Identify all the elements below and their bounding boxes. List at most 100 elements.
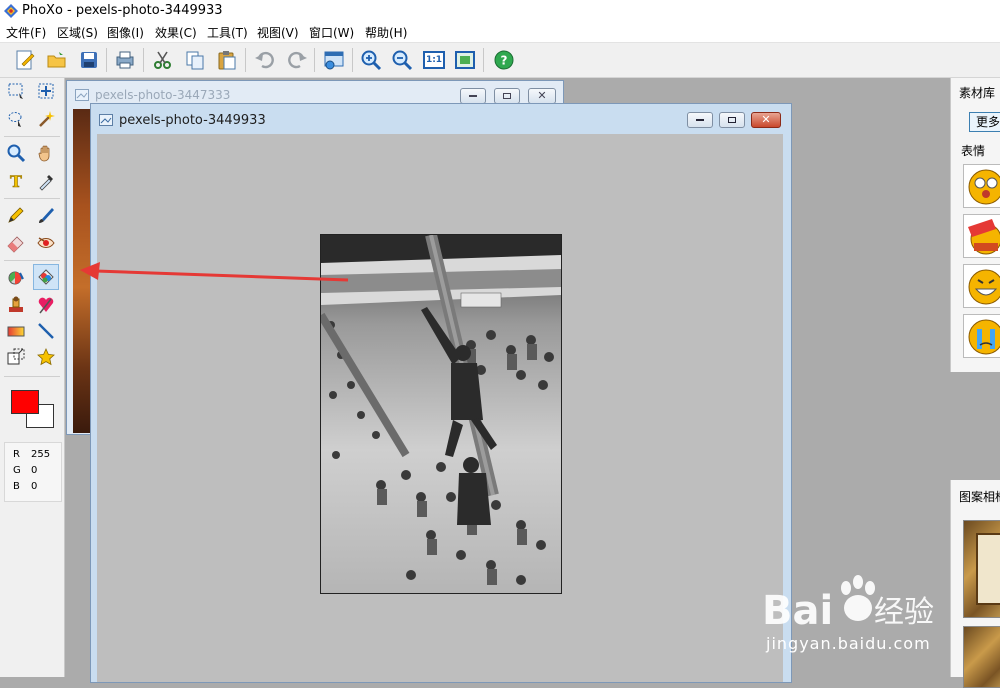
tool-separator: [4, 376, 60, 377]
tool-separator: [4, 260, 60, 261]
rgb-channel-value: 0: [31, 481, 38, 492]
emoji-face-icon: [968, 169, 1000, 205]
menu-view[interactable]: 视图(V): [257, 24, 299, 41]
copy-button[interactable]: [182, 47, 208, 73]
toolbar-separator: [245, 48, 246, 72]
print-button[interactable]: [112, 47, 138, 73]
text-tool[interactable]: T: [3, 168, 29, 194]
svg-text:T: T: [10, 172, 22, 191]
move-tool[interactable]: [33, 78, 59, 104]
frame-inner: [976, 533, 1000, 605]
panel-title: 素材库: [959, 86, 996, 100]
zoom-tool[interactable]: [3, 140, 29, 166]
minimize-button[interactable]: [687, 112, 713, 128]
emoji-face-icon: [968, 269, 1000, 305]
frame-thumbnail[interactable]: [963, 626, 1000, 688]
main-toolbar: 1:1 ?: [0, 43, 1000, 78]
paint-bucket-icon: [8, 271, 24, 285]
clone-tool[interactable]: [33, 292, 59, 318]
close-button[interactable]: ✕: [751, 112, 781, 128]
minimize-button[interactable]: [460, 88, 486, 104]
window-title: PhoXo - pexels-photo-3449933: [22, 3, 223, 18]
brush-tool[interactable]: [33, 202, 59, 228]
zoom-out-button[interactable]: [389, 47, 415, 73]
toolbar-separator: [483, 48, 484, 72]
help-button[interactable]: ?: [491, 47, 517, 73]
menu-file[interactable]: 文件(F): [6, 24, 46, 41]
new-document-button[interactable]: [12, 47, 38, 73]
actual-size-icon: 1:1: [423, 51, 445, 69]
new-document-icon: [16, 50, 35, 70]
paste-icon: [218, 51, 236, 70]
emoji-thumbnail[interactable]: [963, 314, 1000, 358]
document-title: pexels-photo-3449933: [119, 113, 266, 128]
baidu-paw-logo: Bai 经验: [762, 575, 934, 634]
fill-tool[interactable]: [3, 264, 29, 290]
maximize-icon: [503, 93, 511, 99]
menu-help[interactable]: 帮助(H): [365, 24, 407, 41]
lasso-icon: [8, 112, 22, 127]
hand-tool[interactable]: [33, 140, 59, 166]
move-icon: [38, 83, 54, 99]
open-folder-icon: [47, 52, 66, 68]
zoom-in-button[interactable]: [358, 47, 384, 73]
fit-screen-button[interactable]: [452, 47, 478, 73]
open-button[interactable]: [44, 47, 70, 73]
lasso-tool[interactable]: [3, 106, 29, 132]
emoji-thumbnail[interactable]: [963, 164, 1000, 208]
close-icon: ✕: [761, 113, 771, 126]
undo-icon: [255, 51, 274, 69]
color-replace-tool[interactable]: [33, 264, 59, 290]
toolbar-separator: [314, 48, 315, 72]
rect-select-icon: [8, 83, 23, 99]
stamp-tool[interactable]: [3, 292, 29, 318]
close-button[interactable]: ✕: [528, 88, 556, 104]
menu-region[interactable]: 区域(S): [57, 24, 98, 41]
transform-tool[interactable]: [3, 344, 29, 370]
paste-button[interactable]: [214, 47, 240, 73]
eyedropper-icon: [39, 175, 53, 191]
tool-palette: T R 255 G 0 B 0: [0, 78, 65, 677]
more-button[interactable]: 更多: [969, 112, 1000, 132]
watermark-brand-cn: 经验: [874, 595, 934, 630]
redo-button[interactable]: [284, 47, 310, 73]
tool-separator: [4, 198, 60, 199]
frame-thumbnail[interactable]: [963, 520, 1000, 618]
pencil-tool[interactable]: [3, 202, 29, 228]
hand-icon: [38, 145, 50, 162]
gradient-tool[interactable]: [3, 318, 29, 344]
eraser-tool[interactable]: [3, 230, 29, 256]
menu-window[interactable]: 窗口(W): [309, 24, 354, 41]
rgb-channel-label: R: [13, 449, 20, 460]
emoji-thumbnail[interactable]: [963, 214, 1000, 258]
actual-size-button[interactable]: 1:1: [421, 47, 447, 73]
maximize-button[interactable]: [494, 88, 520, 104]
rgb-channel-label: B: [13, 481, 20, 492]
line-tool[interactable]: [33, 318, 59, 344]
menu-image[interactable]: 图像(I): [107, 24, 144, 41]
panel-title: 图案相框: [959, 490, 1000, 504]
menu-tools[interactable]: 工具(T): [207, 24, 248, 41]
pencil-icon: [8, 207, 24, 223]
red-eye-icon: [37, 237, 55, 248]
window-settings-button[interactable]: [321, 47, 347, 73]
magic-wand-tool[interactable]: [33, 106, 59, 132]
rect-select-tool[interactable]: [3, 78, 29, 104]
color-swatches[interactable]: [4, 384, 60, 436]
brush-icon: [39, 208, 54, 223]
foreground-color-swatch[interactable]: [11, 390, 39, 414]
red-eye-tool[interactable]: [33, 230, 59, 256]
shape-tool[interactable]: [33, 344, 59, 370]
emoji-thumbnail[interactable]: [963, 264, 1000, 308]
document-image-icon: [75, 89, 89, 101]
watermark-url: jingyan.baidu.com: [766, 634, 931, 653]
photo-image[interactable]: [320, 234, 562, 594]
cut-button[interactable]: [150, 47, 176, 73]
eyedropper-tool[interactable]: [33, 168, 59, 194]
save-button[interactable]: [76, 47, 102, 73]
gradient-icon: [7, 326, 25, 337]
maximize-button[interactable]: [719, 112, 745, 128]
help-icon: ?: [494, 50, 514, 70]
undo-button[interactable]: [252, 47, 278, 73]
menu-effect[interactable]: 效果(C): [155, 24, 197, 41]
